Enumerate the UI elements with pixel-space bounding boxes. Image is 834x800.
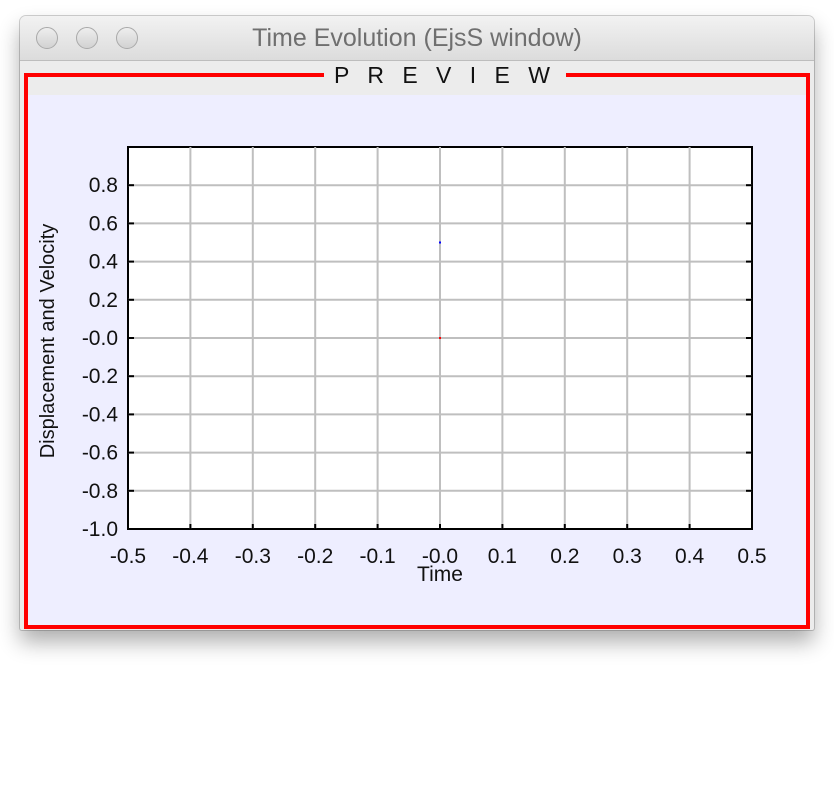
y-tick-label: 0.6: [89, 212, 118, 235]
y-tick-label: 0.8: [89, 174, 118, 197]
x-tick-label: 0.2: [550, 545, 579, 568]
y-tick-label: 0.4: [89, 251, 119, 274]
y-tick-label: -0.8: [82, 480, 118, 503]
time-evolution-plot[interactable]: -0.5 -0.4 -0.3 -0.2 -0.1 -0.0 0.1 0.2 0.3 0.4 0.5 …: [28, 77, 806, 625]
x-tick-label: 0.3: [613, 545, 642, 568]
x-axis-label: Time: [417, 563, 463, 586]
y-tick-label: -0.6: [82, 442, 118, 465]
window-title: Time Evolution (EjsS window): [252, 24, 582, 52]
y-tick-label: 0.2: [89, 289, 118, 312]
y-tick-labels: 0.8 0.6 0.4 0.2 -0.0 -0.2 -0.4 -0.6 -0.8 -1.0: [82, 174, 119, 541]
y-tick-label: -1.0: [82, 518, 118, 541]
x-tick-label: -0.3: [235, 545, 271, 568]
x-tick-label: -0.4: [172, 545, 209, 568]
ejss-window: Time Evolution (EjsS window) P R E V I E…: [20, 16, 814, 630]
x-tick-label: 0.4: [675, 545, 705, 568]
x-tick-label: 0.5: [737, 545, 766, 568]
y-axis-label: Displacement and Velocity: [37, 224, 59, 459]
y-tick-label: -0.0: [82, 327, 118, 350]
data-point: [439, 337, 441, 339]
x-tick-label: -0.1: [360, 545, 396, 568]
x-tick-label: -0.2: [297, 545, 333, 568]
data-point: [439, 241, 441, 244]
y-tick-label: -0.4: [82, 403, 119, 426]
x-tick-label: 0.1: [488, 545, 517, 568]
preview-panel: P R E V I E W -0.5 -0.4 -0.3 -0.2 -0.1 -0.0 0.…: [24, 61, 810, 629]
window-titlebar[interactable]: Time Evolution (EjsS window): [20, 16, 814, 61]
x-tick-label: -0.5: [110, 545, 146, 568]
y-tick-label: -0.2: [82, 365, 118, 388]
